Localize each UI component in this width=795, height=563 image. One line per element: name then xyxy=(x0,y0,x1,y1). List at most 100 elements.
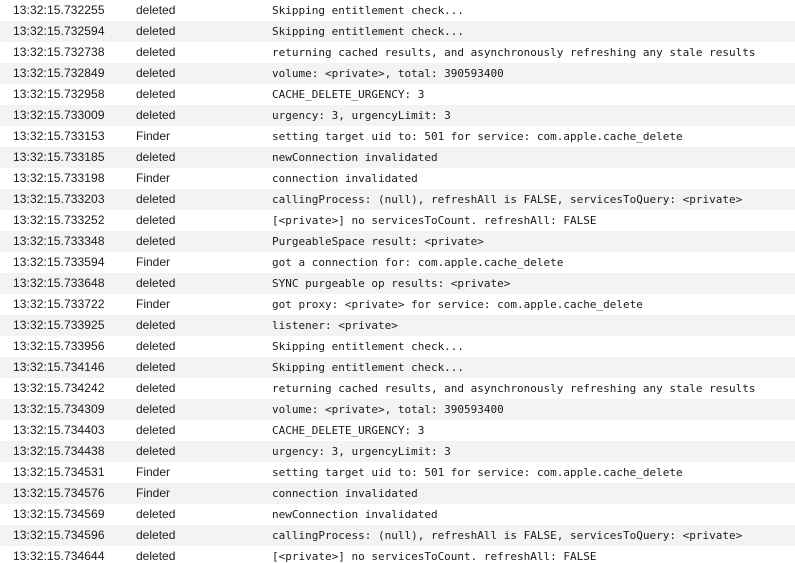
timestamp-cell: 13:32:15.733348 xyxy=(13,234,105,248)
process-cell: Finder xyxy=(136,129,171,143)
process-cell: deleted xyxy=(136,150,176,164)
message-cell: connection invalidated xyxy=(272,172,418,185)
process-cell: deleted xyxy=(136,192,176,206)
log-row[interactable]: 13:32:15.734309 deleted volume: <private>,… xyxy=(0,399,795,420)
timestamp-cell: 13:32:15.732255 xyxy=(13,3,105,17)
timestamp-cell: 13:32:15.733722 xyxy=(13,297,105,311)
process-cell: Finder xyxy=(136,465,171,479)
log-row[interactable]: 13:32:15.733153 Finder setting target uid … xyxy=(0,126,795,147)
log-row[interactable]: 13:32:15.733185 deleted newConnection inva… xyxy=(0,147,795,168)
log-row[interactable]: 13:32:15.734569 deleted newConnection inva… xyxy=(0,504,795,525)
timestamp-cell: 13:32:15.734644 xyxy=(13,549,105,563)
message-cell: setting target uid to: 501 for service: … xyxy=(272,130,683,143)
log-row[interactable]: 13:32:15.733925 deleted listener: <private… xyxy=(0,315,795,336)
message-cell: [<private>] no servicesToCount. refreshA… xyxy=(272,214,597,227)
log-row[interactable]: 13:32:15.734438 deleted urgency: 3, urgenc… xyxy=(0,441,795,462)
timestamp-cell: 13:32:15.733185 xyxy=(13,150,105,164)
log-row[interactable]: 13:32:15.732849 deleted volume: <private>,… xyxy=(0,63,795,84)
log-row[interactable]: 13:32:15.733956 deleted Skipping entitleme… xyxy=(0,336,795,357)
message-cell: urgency: 3, urgencyLimit: 3 xyxy=(272,109,451,122)
log-row[interactable]: 13:32:15.733009 deleted urgency: 3, urgenc… xyxy=(0,105,795,126)
process-cell: Finder xyxy=(136,171,171,185)
process-cell: deleted xyxy=(136,444,176,458)
timestamp-cell: 13:32:15.733153 xyxy=(13,129,105,143)
message-cell: PurgeableSpace result: <private> xyxy=(272,235,484,248)
timestamp-cell: 13:32:15.732738 xyxy=(13,45,105,59)
timestamp-cell: 13:32:15.733594 xyxy=(13,255,105,269)
timestamp-cell: 13:32:15.734576 xyxy=(13,486,105,500)
process-cell: deleted xyxy=(136,66,176,80)
timestamp-cell: 13:32:15.733648 xyxy=(13,276,105,290)
log-row[interactable]: 13:32:15.733198 Finder connection invalida… xyxy=(0,168,795,189)
process-cell: deleted xyxy=(136,549,176,563)
log-row[interactable]: 13:32:15.732594 deleted Skipping entitleme… xyxy=(0,21,795,42)
message-cell: newConnection invalidated xyxy=(272,508,438,521)
log-row[interactable]: 13:32:15.733648 deleted SYNC purgeable op … xyxy=(0,273,795,294)
message-cell: SYNC purgeable op results: <private> xyxy=(272,277,511,290)
timestamp-cell: 13:32:15.734438 xyxy=(13,444,105,458)
process-cell: deleted xyxy=(136,339,176,353)
message-cell: listener: <private> xyxy=(272,319,398,332)
timestamp-cell: 13:32:15.733203 xyxy=(13,192,105,206)
message-cell: Skipping entitlement check... xyxy=(272,340,465,353)
process-cell: deleted xyxy=(136,402,176,416)
timestamp-cell: 13:32:15.734309 xyxy=(13,402,105,416)
message-cell: got a connection for: com.apple.cache_de… xyxy=(272,256,564,269)
log-row[interactable]: 13:32:15.733594 Finder got a connection fo… xyxy=(0,252,795,273)
message-cell: CACHE_DELETE_URGENCY: 3 xyxy=(272,88,425,101)
message-cell: connection invalidated xyxy=(272,487,418,500)
process-cell: Finder xyxy=(136,255,171,269)
process-cell: deleted xyxy=(136,528,176,542)
timestamp-cell: 13:32:15.732958 xyxy=(13,87,105,101)
log-row[interactable]: 13:32:15.732255 deleted Skipping entitleme… xyxy=(0,0,795,21)
message-cell: returning cached results, and asynchrono… xyxy=(272,382,756,395)
log-row[interactable]: 13:32:15.734596 deleted callingProcess: (n… xyxy=(0,525,795,546)
process-cell: deleted xyxy=(136,234,176,248)
timestamp-cell: 13:32:15.733198 xyxy=(13,171,105,185)
message-cell: urgency: 3, urgencyLimit: 3 xyxy=(272,445,451,458)
message-cell: volume: <private>, total: 390593400 xyxy=(272,403,504,416)
message-cell: newConnection invalidated xyxy=(272,151,438,164)
log-row[interactable]: 13:32:15.734644 deleted [<private>] no ser… xyxy=(0,546,795,563)
timestamp-cell: 13:32:15.734569 xyxy=(13,507,105,521)
process-cell: deleted xyxy=(136,423,176,437)
process-cell: deleted xyxy=(136,318,176,332)
process-cell: deleted xyxy=(136,507,176,521)
log-row[interactable]: 13:32:15.732958 deleted CACHE_DELETE_URGEN… xyxy=(0,84,795,105)
timestamp-cell: 13:32:15.734596 xyxy=(13,528,105,542)
process-cell: deleted xyxy=(136,213,176,227)
log-row[interactable]: 13:32:15.733348 deleted PurgeableSpace res… xyxy=(0,231,795,252)
process-cell: deleted xyxy=(136,276,176,290)
process-cell: deleted xyxy=(136,3,176,17)
message-cell: CACHE_DELETE_URGENCY: 3 xyxy=(272,424,425,437)
log-row[interactable]: 13:32:15.734576 Finder connection invalida… xyxy=(0,483,795,504)
timestamp-cell: 13:32:15.734403 xyxy=(13,423,105,437)
log-row[interactable]: 13:32:15.734242 deleted returning cached r… xyxy=(0,378,795,399)
log-row[interactable]: 13:32:15.734531 Finder setting target uid … xyxy=(0,462,795,483)
message-cell: Skipping entitlement check... xyxy=(272,25,465,38)
message-cell: got proxy: <private> for service: com.ap… xyxy=(272,298,643,311)
log-row[interactable]: 13:32:15.734403 deleted CACHE_DELETE_URGEN… xyxy=(0,420,795,441)
log-row[interactable]: 13:32:15.732738 deleted returning cached r… xyxy=(0,42,795,63)
message-cell: volume: <private>, total: 390593400 xyxy=(272,67,504,80)
log-row[interactable]: 13:32:15.733252 deleted [<private>] no ser… xyxy=(0,210,795,231)
message-cell: setting target uid to: 501 for service: … xyxy=(272,466,683,479)
timestamp-cell: 13:32:15.734531 xyxy=(13,465,105,479)
message-cell: Skipping entitlement check... xyxy=(272,361,465,374)
message-cell: [<private>] no servicesToCount. refreshA… xyxy=(272,550,597,563)
timestamp-cell: 13:32:15.732594 xyxy=(13,24,105,38)
log-row[interactable]: 13:32:15.733203 deleted callingProcess: (n… xyxy=(0,189,795,210)
process-cell: deleted xyxy=(136,24,176,38)
process-cell: Finder xyxy=(136,486,171,500)
timestamp-cell: 13:32:15.732849 xyxy=(13,66,105,80)
message-cell: Skipping entitlement check... xyxy=(272,4,465,17)
process-cell: deleted xyxy=(136,87,176,101)
process-cell: deleted xyxy=(136,108,176,122)
log-row[interactable]: 13:32:15.733722 Finder got proxy: <private… xyxy=(0,294,795,315)
timestamp-cell: 13:32:15.733252 xyxy=(13,213,105,227)
timestamp-cell: 13:32:15.733009 xyxy=(13,108,105,122)
message-cell: callingProcess: (null), refreshAll is FA… xyxy=(272,193,743,206)
log-row[interactable]: 13:32:15.734146 deleted Skipping entitleme… xyxy=(0,357,795,378)
timestamp-cell: 13:32:15.733956 xyxy=(13,339,105,353)
log-table[interactable]: 13:32:15.732255 deleted Skipping entitleme… xyxy=(0,0,795,563)
